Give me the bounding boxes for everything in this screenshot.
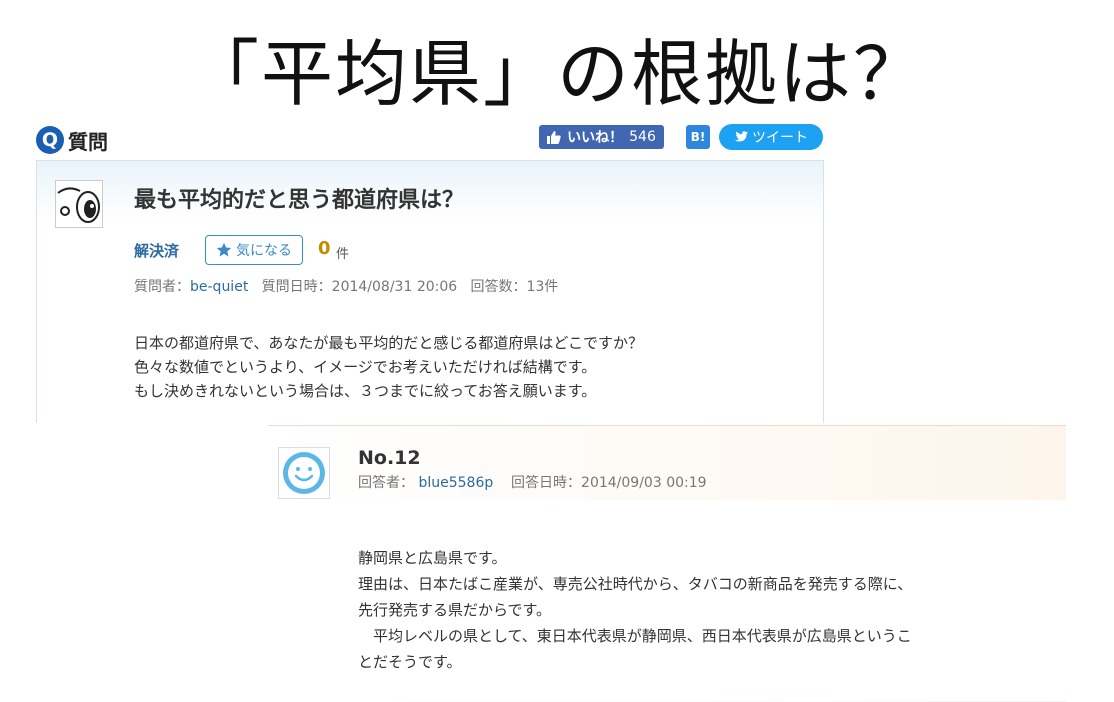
question-body-line: 色々な数値でというより、イメージでお考えいただければ結構です。 [134, 358, 597, 376]
tweet-button[interactable]: ツイート [719, 124, 823, 150]
answer-body-line: 平均レベルの県として、東日本代表県が静岡県、西日本代表県が広島県というこ [358, 627, 912, 645]
like-label: いいね！ [567, 130, 624, 146]
slide-title: 「平均県」の根拠は？ [186, 32, 927, 116]
question-body-line: 日本の都道府県で、あなたが最も平均的だと感じる都道府県はどこですか？ [134, 334, 643, 352]
answer-body-line: 静岡県と広島県です。 [358, 549, 507, 567]
answer-count: 13件 [526, 279, 559, 295]
tweet-label: ツイート [752, 130, 808, 146]
answer-body: 静岡県と広島県です。 理由は、日本たばこ産業が、専売公社時代から、タバコの新商品… [358, 545, 1058, 675]
question-header: Q 質問 [36, 124, 108, 156]
answer-body-line: 理由は、日本たばこ産業が、専売公社時代から、タバコの新商品を発売する際に、 [358, 575, 913, 593]
answer-body-line: とだそうです。 [358, 653, 462, 671]
avatar [278, 447, 330, 499]
answer-date: 2014/09/03 00:19 [581, 475, 707, 491]
favorite-label: 気になる [236, 243, 292, 259]
question-title[interactable]: 最も平均的だと思う都道府県は？ [134, 182, 464, 214]
hatena-bookmark-button[interactable]: B! [686, 125, 710, 149]
answer-number: No.12 [358, 447, 421, 469]
status-badge: 解決済 [134, 242, 180, 260]
smiley-avatar-icon [283, 452, 325, 494]
twitter-bird-icon [734, 131, 748, 142]
asker-link[interactable]: be-quiet [190, 279, 248, 295]
question-header-label: 質問 [68, 129, 108, 154]
like-count: 546 [629, 129, 656, 145]
question-meta: 質問者：be-quiet 質問日時：2014/08/31 20:06 回答数：1… [134, 276, 558, 296]
answer-count-label: 回答数： [470, 279, 527, 295]
favorite-button[interactable]: 気になる [205, 235, 303, 265]
thumbs-up-icon [547, 131, 561, 144]
question-date-label: 質問日時： [261, 279, 332, 295]
question-body: 日本の都道府県で、あなたが最も平均的だと感じる都道府県はどこですか？ 色々な数値… [134, 331, 643, 403]
answerer-link[interactable]: blue5586p [418, 475, 493, 491]
answer-date-label: 回答日時： [511, 475, 582, 491]
question-q-icon: Q [36, 126, 64, 154]
answer-meta: 回答者： blue5586p 回答日時：2014/09/03 00:19 [358, 472, 707, 492]
favorite-count: 0 [318, 238, 331, 259]
answer-body-line: 先行発売する県だからです。 [358, 601, 552, 619]
facebook-like-button[interactable]: いいね！ 546 [539, 125, 664, 149]
eye-avatar-icon [57, 187, 100, 223]
question-date: 2014/08/31 20:06 [331, 279, 458, 295]
avatar [55, 180, 103, 228]
star-icon [216, 242, 232, 257]
answerer-label: 回答者： [358, 475, 414, 491]
asker-label: 質問者： [134, 279, 190, 295]
favorite-unit: 件 [336, 247, 350, 262]
question-body-line: もし決めきれないという場合は、３つまでに絞ってお答え願います。 [134, 382, 597, 400]
